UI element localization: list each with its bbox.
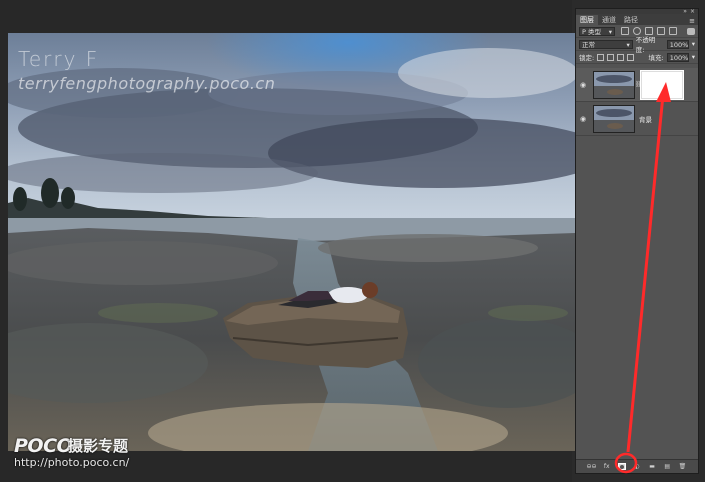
layer-row-copy[interactable]: ◉ ⛓ [576, 68, 698, 102]
opacity-input[interactable]: 100% [666, 39, 689, 49]
layer-name[interactable]: 背景 [639, 114, 652, 124]
delete-layer-button[interactable]: 🗑 [678, 463, 687, 470]
layers-panel-footer: ⊖⊖ fx ◐ ▬ ▤ 🗑 [576, 459, 698, 473]
filter-kind-label: P 类型 [582, 27, 601, 36]
chevron-down-icon: ▾ [608, 27, 612, 36]
new-group-button[interactable]: ▬ [648, 463, 656, 470]
photo-seascape [8, 33, 575, 451]
panel-tabs: 图层 通道 路径 ≡ [576, 14, 698, 25]
watermark-url: terryfengphotography.poco.cn [18, 74, 276, 93]
panel-close-icon[interactable]: × [690, 9, 695, 15]
filter-toggle[interactable] [687, 27, 695, 35]
thumbnail-image [594, 71, 634, 98]
fill-input[interactable]: 100% [666, 52, 689, 62]
visibility-eye-icon[interactable]: ◉ [576, 81, 590, 89]
lock-position-icon[interactable] [617, 53, 625, 61]
opacity-slider-arrow-icon[interactable]: ▾ [692, 40, 695, 48]
thumbnail-image [594, 105, 634, 132]
blend-row: 正常 ▾ 不透明度: 100% ▾ [576, 36, 698, 54]
fill-label: 填充: [648, 54, 664, 62]
lock-label: 锁定: [579, 54, 595, 62]
smart-object-filter-icon[interactable] [669, 27, 677, 35]
document-workspace: Terry F terryfengphotography.poco.cn POC… [0, 0, 575, 482]
opacity-label: 不透明度: [635, 36, 656, 54]
layer-mask-thumbnail[interactable] [640, 69, 684, 100]
layer-thumbnail[interactable] [593, 104, 635, 133]
layers-list: ◉ ⛓ ◉ 背景 [576, 68, 698, 136]
blend-mode-value: 正常 [582, 40, 595, 49]
site-logo-url: http://photo.poco.cn/ [14, 456, 130, 469]
visibility-eye-icon[interactable]: ◉ [576, 115, 590, 123]
layer-thumbnail[interactable] [593, 70, 635, 99]
layer-row-background[interactable]: ◉ 背景 [576, 102, 698, 136]
pixel-filter-icon[interactable] [621, 27, 629, 35]
site-logo-brand: POCO [14, 435, 73, 457]
lock-pixels-icon[interactable] [607, 53, 615, 61]
lock-transparency-icon[interactable] [597, 53, 605, 61]
link-layers-button[interactable]: ⊖⊖ [587, 463, 597, 470]
fill-slider-arrow-icon[interactable]: ▾ [692, 53, 695, 61]
add-layer-mask-button[interactable] [617, 463, 626, 470]
tab-channels[interactable]: 通道 [598, 15, 620, 25]
chevron-down-icon: ▾ [626, 40, 630, 49]
site-logo-subtitle: 摄影专题 [68, 437, 129, 455]
panel-collapse-icon[interactable]: » [683, 9, 687, 15]
document-canvas[interactable]: Terry F terryfengphotography.poco.cn [8, 33, 575, 451]
tab-layers[interactable]: 图层 [576, 15, 598, 25]
blend-mode-select[interactable]: 正常 ▾ [579, 39, 633, 49]
new-layer-button[interactable]: ▤ [663, 463, 671, 470]
layers-panel: » × 图层 通道 路径 ≡ P 类型 ▾ 正常 ▾ 不透明度: 100% ▾ … [575, 8, 699, 474]
tab-paths[interactable]: 路径 [620, 15, 642, 25]
adjustment-layer-button[interactable]: ◐ [633, 463, 641, 470]
filter-kind-select[interactable]: P 类型 ▾ [579, 26, 615, 36]
fx-button[interactable]: fx [603, 463, 611, 470]
panel-menu-icon[interactable]: ≡ [689, 17, 695, 25]
watermark-name: Terry F [18, 47, 100, 71]
lock-all-icon[interactable] [627, 53, 635, 61]
